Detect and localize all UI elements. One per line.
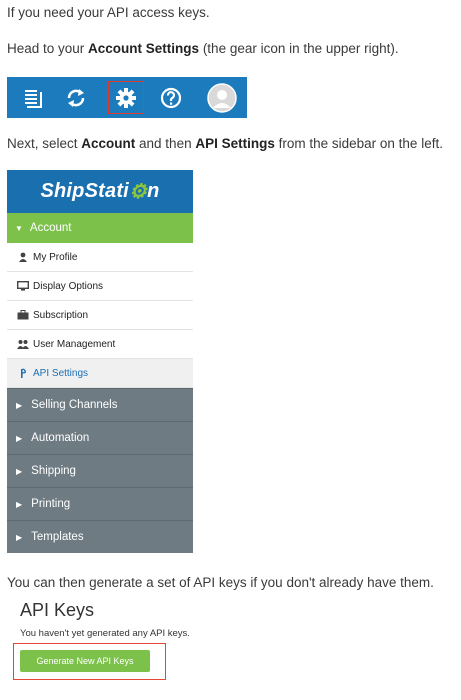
caret-right-icon: ▶ bbox=[16, 532, 23, 542]
sidebar-account-label: Account bbox=[29, 222, 72, 234]
step-select-api-settings: Next, select Account and then API Settin… bbox=[7, 135, 443, 153]
briefcase-icon bbox=[17, 310, 29, 320]
user-icon bbox=[17, 252, 29, 262]
list-icon[interactable] bbox=[12, 77, 53, 118]
sidebar-sub-label: API Settings bbox=[33, 367, 89, 379]
sidebar-sub-label: Subscription bbox=[33, 309, 89, 321]
sidebar-section-automation[interactable]: ▶ Automation bbox=[7, 421, 193, 454]
sidebar-item-display-options[interactable]: Display Options bbox=[7, 272, 193, 301]
api-keys-note: You haven't yet generated any API keys. bbox=[20, 628, 190, 639]
caret-right-icon: ▶ bbox=[16, 499, 23, 509]
help-icon[interactable] bbox=[150, 77, 191, 118]
sidebar-section-label: Shipping bbox=[31, 465, 76, 477]
header-toolbar bbox=[7, 77, 247, 118]
intro-text: If you need your API access keys. bbox=[7, 5, 210, 20]
step-generate-keys: You can then generate a set of API keys … bbox=[7, 575, 434, 590]
caret-right-icon: ▶ bbox=[16, 433, 23, 443]
step1-before: Head to your bbox=[7, 41, 89, 56]
gear-highlight-box bbox=[108, 81, 144, 114]
step2-mid: and then bbox=[135, 136, 196, 151]
step2-after: from the sidebar on the left. bbox=[274, 136, 443, 151]
sidebar-item-account[interactable]: ▼ Account bbox=[7, 213, 193, 243]
sidebar-section-label: Printing bbox=[31, 498, 71, 510]
sidebar-item-user-management[interactable]: User Management bbox=[7, 330, 193, 359]
avatar-icon[interactable] bbox=[201, 77, 242, 118]
sidebar-item-subscription[interactable]: Subscription bbox=[7, 301, 193, 330]
users-icon bbox=[17, 339, 29, 349]
sidebar-sub-label: Display Options bbox=[33, 280, 104, 292]
sidebar-section-label: Automation bbox=[31, 432, 90, 444]
sidebar-sub-label: My Profile bbox=[33, 251, 78, 263]
sidebar-section-selling-channels[interactable]: ▶ Selling Channels bbox=[7, 388, 193, 421]
step1-after: (the gear icon in the upper right). bbox=[199, 41, 399, 56]
step2-bold-account: Account bbox=[81, 136, 136, 151]
refresh-icon[interactable] bbox=[55, 77, 96, 118]
sidebar-section-label: Selling Channels bbox=[31, 399, 118, 411]
sidebar-section-label: Templates bbox=[31, 531, 84, 543]
sidebar-section-templates[interactable]: ▶ Templates bbox=[7, 520, 193, 553]
caret-down-icon: ▼ bbox=[15, 223, 23, 233]
generate-api-keys-button[interactable]: Generate New API Keys bbox=[20, 650, 150, 672]
caret-right-icon: ▶ bbox=[16, 400, 23, 410]
step2-before: Next, select bbox=[7, 136, 82, 151]
monitor-icon bbox=[17, 281, 29, 291]
logo-text: ShipStati bbox=[40, 180, 129, 202]
logo-text-end: n bbox=[147, 180, 160, 202]
sidebar-sub-label: User Management bbox=[33, 338, 116, 350]
sidebar-section-printing[interactable]: ▶ Printing bbox=[7, 487, 193, 520]
key-icon bbox=[17, 368, 29, 378]
settings-sidebar: ShipStati ⚙ n ▼ Account My Profile Display… bbox=[7, 170, 193, 556]
caret-right-icon: ▶ bbox=[16, 466, 23, 476]
sidebar-item-my-profile[interactable]: My Profile bbox=[7, 243, 193, 272]
step-account-settings: Head to your Account Settings (the gear … bbox=[7, 40, 399, 58]
sidebar-item-api-settings[interactable]: API Settings bbox=[7, 359, 193, 388]
api-keys-title: API Keys bbox=[20, 600, 95, 620]
sidebar-section-shipping[interactable]: ▶ Shipping bbox=[7, 454, 193, 487]
step2-bold-api: API Settings bbox=[195, 136, 275, 151]
shipstation-logo: ShipStati ⚙ n bbox=[7, 170, 193, 213]
step1-bold: Account Settings bbox=[88, 41, 200, 56]
logo-gear-icon: ⚙ bbox=[128, 181, 148, 203]
